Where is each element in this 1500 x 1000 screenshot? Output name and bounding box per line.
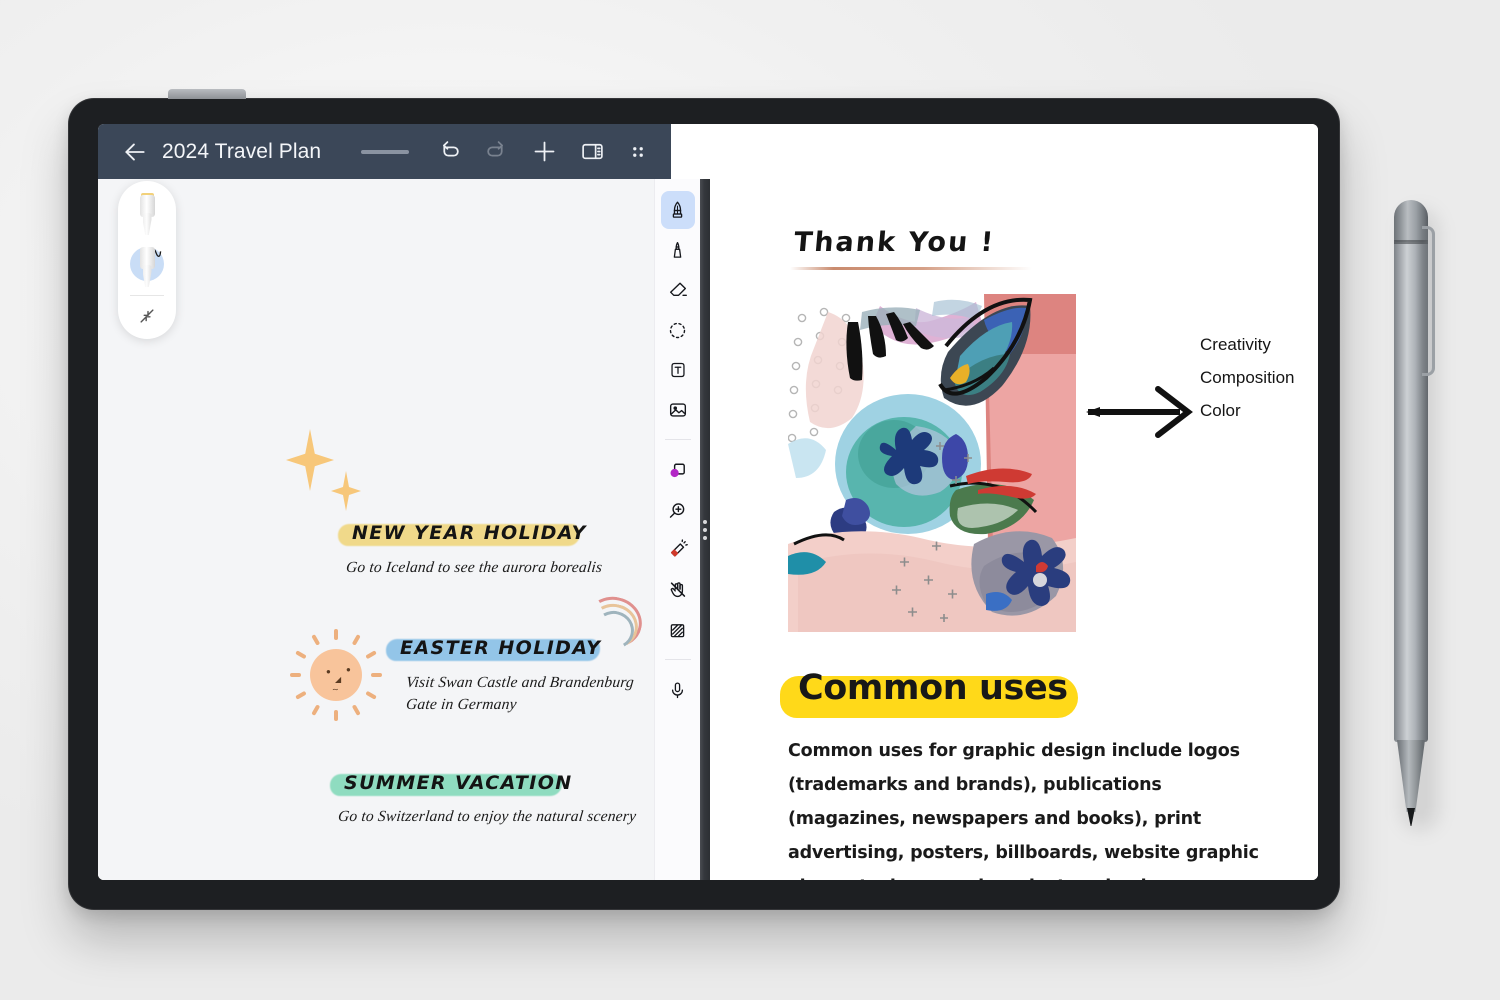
split-view-icon[interactable] xyxy=(580,139,605,164)
marker-pen-tool[interactable] xyxy=(661,231,695,269)
lasso-select-tool[interactable] xyxy=(661,311,695,349)
zoom-in-tool[interactable] xyxy=(661,491,695,529)
header-tool-group xyxy=(361,138,649,165)
sun-doodle: ● ● ◢ ∼ xyxy=(290,629,382,721)
pen-picker-panel: ∿ xyxy=(118,181,176,339)
note-pane: ∿ ● ● ◢ ∼ NEW YEAR HOLIDAY Go to Iceland… xyxy=(98,179,700,880)
app-header: 2024 Travel Plan xyxy=(98,124,672,179)
callout-line-0: Creativity xyxy=(1200,335,1271,354)
hand-disabled-tool[interactable] xyxy=(661,571,695,609)
entry-subtitle-1-line1: Visit Swan Castle and Brandenburg xyxy=(405,674,635,691)
app-header-row: 2024 Travel Plan xyxy=(98,124,1318,179)
rail-divider xyxy=(664,659,691,660)
tablet-screen: 2024 Travel Plan ∿ ● ● ◢ ∼ NEW YEAR HOLI… xyxy=(98,124,1318,880)
pane-split-divider[interactable] xyxy=(700,179,710,880)
tool-rail xyxy=(654,179,700,880)
thank-you-heading: Thank You ! xyxy=(792,227,997,258)
stylus-clip xyxy=(1422,226,1435,376)
section-title: Common uses xyxy=(798,668,1068,708)
split-panes: ∿ ● ● ◢ ∼ NEW YEAR HOLIDAY Go to Iceland… xyxy=(98,179,1318,880)
section-heading-block: Common uses xyxy=(780,668,1078,718)
callout-line-1: Composition xyxy=(1200,368,1295,387)
section-body-text: Common uses for graphic design include l… xyxy=(788,741,1259,880)
magic-eraser-tool[interactable] xyxy=(661,531,695,569)
pattern-fill-tool[interactable] xyxy=(661,611,695,649)
entry-subtitle-2: Go to Switzerland to enjoy the natural s… xyxy=(337,808,638,825)
note-canvas[interactable]: ∿ ● ● ◢ ∼ NEW YEAR HOLIDAY Go to Iceland… xyxy=(98,179,654,880)
ink-pen-icon: ∿ xyxy=(139,242,164,287)
entry-title-1: EASTER HOLIDAY xyxy=(400,637,602,659)
tablet-stylus[interactable] xyxy=(1394,200,1438,830)
fountain-pen-tool[interactable] xyxy=(660,191,695,229)
image-tool[interactable] xyxy=(661,391,695,429)
tablet-device: 2024 Travel Plan ∿ ● ● ◢ ∼ NEW YEAR HOLI… xyxy=(68,89,1340,910)
divider-grip-icon[interactable] xyxy=(703,519,707,540)
redo-icon[interactable] xyxy=(484,139,509,164)
callout-arrow-icon xyxy=(1086,386,1193,438)
eraser-tool[interactable] xyxy=(661,271,695,309)
plus-icon[interactable] xyxy=(531,138,558,165)
undo-icon[interactable] xyxy=(437,139,462,164)
artwork-callout: Creativity Composition Color xyxy=(1082,294,1295,438)
thank-you-underline xyxy=(790,267,1032,270)
document-pane: Thank You ! Creativity Composition Color… xyxy=(710,179,1318,880)
artwork-row: Creativity Composition Color xyxy=(788,294,1295,632)
entry-subtitle-0: Go to Iceland to see the aurora borealis xyxy=(345,559,604,576)
thank-you-block: Thank You ! xyxy=(788,227,1284,270)
pen-width-bar[interactable] xyxy=(361,149,410,154)
entry-subtitle-1-line2: Gate in Germany xyxy=(405,696,518,713)
header-spacer xyxy=(671,124,1318,179)
document-title: 2024 Travel Plan xyxy=(162,139,322,163)
back-arrow-icon[interactable] xyxy=(122,139,148,165)
entry-title-2: SUMMER VACATION xyxy=(344,772,573,794)
abstract-floral-artwork xyxy=(788,294,1076,632)
power-button[interactable] xyxy=(168,89,246,99)
callout-line-2: Color xyxy=(1200,401,1241,420)
rail-divider xyxy=(664,439,691,440)
entry-title-0: NEW YEAR HOLIDAY xyxy=(352,522,587,544)
pen-slot-ink[interactable]: ∿ xyxy=(124,241,170,293)
text-tool[interactable] xyxy=(661,351,695,389)
collapse-arrows-icon[interactable] xyxy=(124,296,170,336)
note-entry-title[interactable]: NEW YEAR HOLIDAY xyxy=(338,519,601,549)
note-entry-title[interactable]: SUMMER VACATION xyxy=(330,769,587,799)
highlighter-pen-icon xyxy=(139,193,155,235)
shape-tool[interactable] xyxy=(661,451,695,489)
pen-slot-highlighter[interactable] xyxy=(124,189,170,241)
note-entry-title[interactable]: EASTER HOLIDAY xyxy=(386,634,615,664)
document-page[interactable]: Thank You ! Creativity Composition Color… xyxy=(710,179,1318,880)
voice-record-tool[interactable] xyxy=(661,671,695,709)
more-grid-icon[interactable] xyxy=(627,141,649,163)
